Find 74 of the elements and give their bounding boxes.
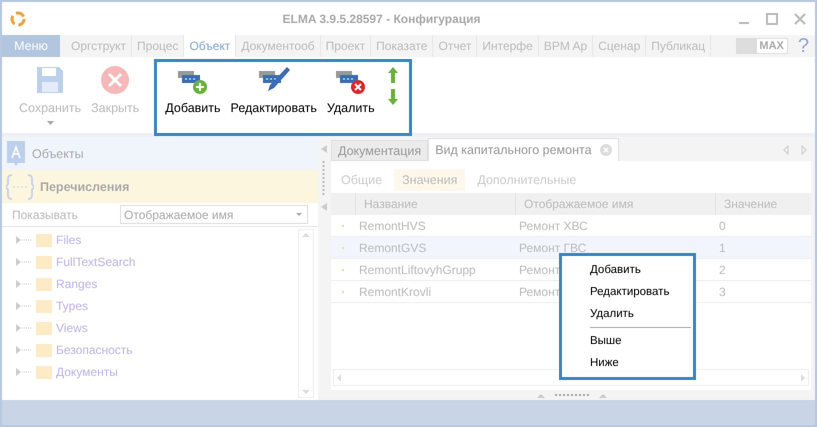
menu-item[interactable]: Выше [562, 330, 693, 352]
folder-icon [36, 300, 52, 312]
max-toggle[interactable]: MAX [736, 38, 788, 54]
folder-icon [36, 322, 52, 334]
splitter-grip-icon[interactable] [322, 161, 326, 195]
close-icon[interactable] [793, 12, 807, 26]
table-cell: Ремонт [519, 284, 560, 298]
add-button[interactable]: Добавить [161, 65, 225, 133]
ring-logo-icon [10, 10, 26, 26]
folder-icon [36, 234, 52, 246]
filter-label: Показывать [12, 208, 79, 222]
edit-button[interactable]: Редактировать [226, 65, 321, 133]
expand-arrow-icon [16, 236, 32, 244]
scroll-right-icon[interactable] [798, 372, 808, 382]
folder-icon [36, 344, 52, 356]
tree-item[interactable]: Types [2, 295, 298, 317]
expand-arrow-icon [16, 258, 32, 266]
dropdown-caret-icon [296, 213, 302, 216]
table-cell: Ремонт [519, 262, 560, 276]
collapse-arrow-icon[interactable] [320, 145, 327, 153]
folder-icon [36, 256, 52, 268]
menu-item[interactable]: Редактировать [562, 281, 693, 303]
maximize-icon[interactable] [765, 12, 779, 26]
scroll-up-icon[interactable] [301, 230, 312, 240]
arrow-down-icon[interactable] [386, 89, 399, 105]
close-icon [100, 65, 130, 95]
arrow-up-icon[interactable] [386, 67, 399, 83]
scrollbar[interactable] [298, 229, 314, 398]
nav-item[interactable]: Перечисления [2, 170, 318, 203]
collapse-arrow-icon[interactable] [320, 203, 327, 211]
window-title: ELMA 3.9.5.28597 - Конфигурация [282, 12, 482, 26]
menu-item[interactable]: Добавить [562, 259, 693, 281]
expand-arrow-icon [16, 280, 32, 288]
table-cell: Ремонт ХВС [519, 218, 588, 232]
table-cell: 2 [719, 262, 726, 276]
delete-button[interactable]: Удалить [322, 65, 379, 133]
nav-item[interactable]: Объекты [2, 137, 318, 170]
table-cell: Ремонт ГВС [519, 240, 586, 254]
tree-item[interactable]: Ranges [2, 273, 298, 295]
close-tab-icon[interactable] [600, 144, 612, 156]
tree-item[interactable]: FullTextSearch [2, 251, 298, 273]
scroll-down-icon[interactable] [301, 387, 312, 397]
braces-icon [6, 172, 34, 200]
table-cell: RemontGVS [359, 240, 426, 254]
menu-button[interactable]: Меню [2, 35, 60, 57]
menu-item[interactable]: Удалить [562, 303, 693, 325]
ribbon-tab[interactable]: Объект [184, 35, 236, 57]
expand-arrow-icon [16, 368, 32, 376]
help-button[interactable]: ? [792, 35, 815, 57]
expand-arrow-icon [16, 346, 32, 354]
tree-item[interactable]: Документы [2, 361, 298, 383]
table-cell: RemontHVS [359, 218, 426, 232]
tab-scroll-arrows-icon[interactable] [783, 145, 807, 155]
tree-item[interactable]: Views [2, 317, 298, 339]
table-cell: 0 [719, 218, 726, 232]
sub-tab[interactable]: Значения [394, 169, 466, 191]
document-tab[interactable]: Вид капитального ремонта [428, 138, 619, 161]
display-select[interactable]: Отображаемое имя [120, 205, 308, 224]
folder-icon [36, 366, 52, 378]
table-cell: RemontKrovli [359, 284, 432, 298]
table-cell: 3 [719, 284, 726, 298]
menu-item[interactable]: Ниже [562, 352, 693, 374]
caret-icon [46, 121, 54, 125]
expand-arrow-icon [16, 302, 32, 310]
tree-item[interactable]: Files [2, 229, 298, 251]
tree-item[interactable]: Безопасность [2, 339, 298, 361]
letter-book-icon [6, 140, 26, 166]
document-tab[interactable]: Документация [331, 140, 428, 161]
table-row[interactable]: RemontGVS Ремонт ГВС 1 [331, 237, 811, 259]
table-cell: 1 [719, 240, 726, 254]
resize-grip-icon[interactable] [537, 392, 607, 398]
folder-icon [36, 278, 52, 290]
table-cell: RemontLiftovyhGrupp [359, 262, 476, 276]
expand-arrow-icon [16, 324, 32, 332]
